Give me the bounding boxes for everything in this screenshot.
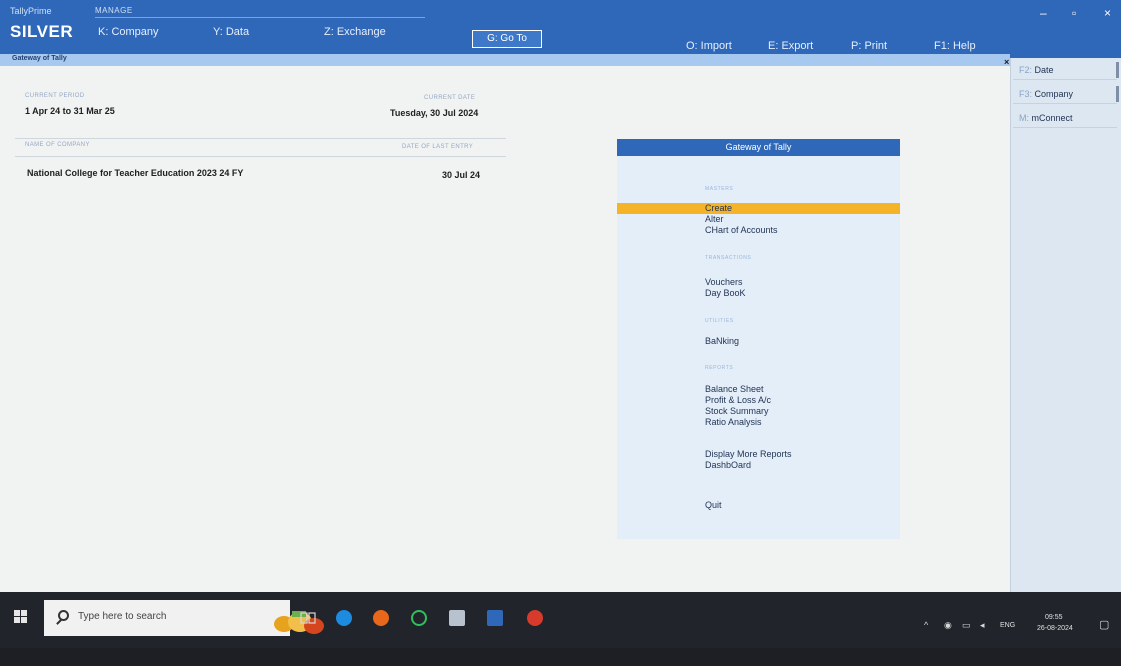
menu-dashboard[interactable]: DashbOard xyxy=(705,460,751,471)
search-placeholder: Type here to search xyxy=(78,611,167,622)
calculator-icon[interactable] xyxy=(449,610,465,626)
last-entry-label: DATE OF LAST ENTRY xyxy=(402,144,474,150)
company-button-label: Company xyxy=(1034,89,1074,99)
menu-exchange[interactable]: Z: Exchange xyxy=(324,26,386,38)
clock-date[interactable]: 26-08-2024 xyxy=(1037,625,1073,632)
mconnect-button-key: M: xyxy=(1019,113,1029,123)
taskbar-search-box[interactable]: Type here to search xyxy=(44,600,324,636)
section-divider xyxy=(15,138,506,139)
minimize-icon[interactable]: – xyxy=(1040,6,1047,20)
maximize-icon[interactable]: ▫ xyxy=(1072,6,1076,20)
menu-chart-of-accounts[interactable]: CHart of Accounts xyxy=(705,225,778,236)
gateway-menu: MASTERS Create Alter CHart of Accounts T… xyxy=(617,156,900,539)
windows-taskbar: Type here to search ^ ◉ ▭ ◂ ENG 09:55 26… xyxy=(0,592,1121,666)
firefox-icon[interactable] xyxy=(373,610,389,626)
menu-create[interactable]: Create xyxy=(705,203,732,214)
panel-edge-marker xyxy=(1116,62,1119,78)
menu-profit-loss[interactable]: Profit & Loss A/c xyxy=(705,395,771,406)
header-divider xyxy=(95,17,425,18)
menu-quit[interactable]: Quit xyxy=(705,500,722,511)
company-name[interactable]: National College for Teacher Education 2… xyxy=(27,168,243,178)
masters-heading: MASTERS xyxy=(705,186,734,192)
windows-start-icon[interactable] xyxy=(14,610,28,624)
menu-data[interactable]: Y: Data xyxy=(213,26,249,38)
menu-stock-summary[interactable]: Stock Summary xyxy=(705,406,769,417)
date-button-label: Date xyxy=(1034,65,1054,75)
gateway-title: Gateway of Tally xyxy=(617,139,900,156)
header-divider-line xyxy=(15,156,506,157)
notification-icon[interactable]: ▢ xyxy=(1099,618,1109,631)
date-button[interactable]: F2: Date xyxy=(1013,60,1117,80)
chrome-icon[interactable] xyxy=(527,610,543,626)
transactions-heading: TRANSACTIONS xyxy=(705,255,752,261)
current-period-value: 1 Apr 24 to 31 Mar 25 xyxy=(25,106,115,116)
language-indicator[interactable]: ENG xyxy=(1000,622,1015,629)
product-name: TallyPrime xyxy=(10,6,52,16)
panel-edge-marker xyxy=(1116,86,1119,102)
date-button-key: F2: xyxy=(1019,65,1033,75)
close-window-icon[interactable]: × xyxy=(1104,6,1111,20)
file-explorer-icon[interactable] xyxy=(487,610,503,626)
menu-print[interactable]: P: Print xyxy=(851,40,887,52)
search-icon xyxy=(58,610,69,621)
reports-heading: REPORTS xyxy=(705,365,734,371)
edge-browser-icon[interactable] xyxy=(336,610,352,626)
edition-label: SILVER xyxy=(10,22,74,41)
menu-vouchers[interactable]: Vouchers xyxy=(705,277,743,288)
goto-button[interactable]: G: Go To xyxy=(472,30,542,48)
company-button[interactable]: F3: Company xyxy=(1013,84,1117,104)
menu-display-more-reports[interactable]: Display More Reports xyxy=(705,449,792,460)
current-period-label: CURRENT PERIOD xyxy=(25,93,85,99)
company-name-label: NAME OF COMPANY xyxy=(25,142,90,148)
menu-balance-sheet[interactable]: Balance Sheet xyxy=(705,384,764,395)
task-view-icon[interactable] xyxy=(300,610,316,626)
tally-window: TallyPrime MANAGE SILVER K: Company Y: D… xyxy=(0,0,1121,666)
company-button-key: F3: xyxy=(1019,89,1033,99)
current-date-label: CURRENT DATE xyxy=(424,95,476,101)
menu-import[interactable]: O: Import xyxy=(686,40,732,52)
last-entry-date: 30 Jul 24 xyxy=(442,170,481,180)
menu-company[interactable]: K: Company xyxy=(98,26,159,38)
clock-time[interactable]: 09:55 xyxy=(1045,614,1063,621)
search-highlight-image xyxy=(274,611,324,634)
menu-alter[interactable]: Alter xyxy=(705,214,724,225)
current-date-value: Tuesday, 30 Jul 2024 xyxy=(390,108,479,118)
right-button-panel: F2: Date F3: Company M: mConnect xyxy=(1010,58,1121,592)
mconnect-button-label: mConnect xyxy=(1031,113,1073,123)
display-icon[interactable]: ▭ xyxy=(962,620,971,631)
menu-export[interactable]: E: Export xyxy=(768,40,813,52)
whatsapp-icon[interactable] xyxy=(411,610,427,626)
menu-help[interactable]: F1: Help xyxy=(934,40,976,52)
menu-ratio-analysis[interactable]: Ratio Analysis xyxy=(705,417,762,428)
volume-icon[interactable]: ◂ xyxy=(980,620,985,631)
mconnect-button[interactable]: M: mConnect xyxy=(1013,108,1117,128)
chevron-up-icon[interactable]: ^ xyxy=(924,620,928,630)
mode-label: MANAGE xyxy=(95,6,133,15)
utilities-heading: UTILITIES xyxy=(705,318,734,324)
screen-title-bar: Gateway of Tally xyxy=(0,54,1010,66)
top-header: TallyPrime MANAGE SILVER K: Company Y: D… xyxy=(0,0,1121,58)
selected-row-highlight xyxy=(617,203,900,214)
screen-title: Gateway of Tally xyxy=(12,55,67,62)
menu-banking[interactable]: BaNking xyxy=(705,336,739,347)
network-icon[interactable]: ◉ xyxy=(944,620,952,631)
menu-day-book[interactable]: Day BooK xyxy=(705,288,746,299)
